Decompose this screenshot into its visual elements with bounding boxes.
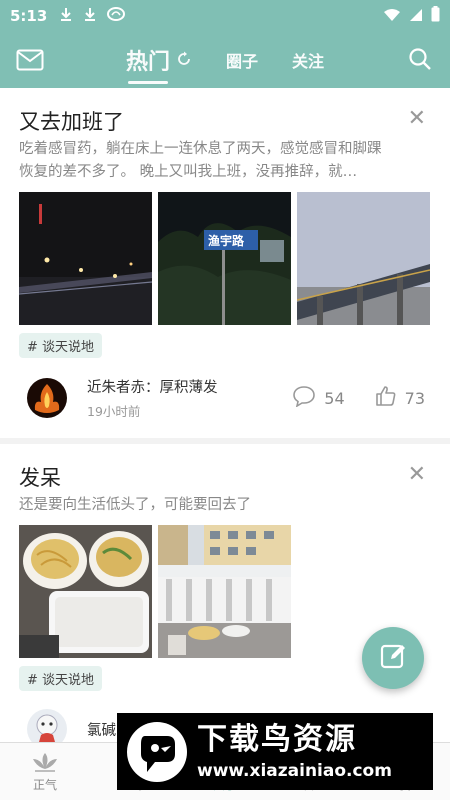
post-title: 又去加班了 <box>19 110 124 134</box>
download-icon <box>83 7 97 25</box>
mail-icon[interactable] <box>16 49 44 75</box>
avatar[interactable] <box>27 378 67 418</box>
post-image[interactable] <box>19 525 152 658</box>
topic-tag[interactable]: # 谈天说地 <box>19 333 103 358</box>
battery-icon <box>431 6 440 26</box>
refresh-icon <box>176 48 192 73</box>
watermark-url: www.xiazainiao.com <box>197 760 392 781</box>
top-tabs: 热门 圈子 关注 <box>0 32 450 88</box>
like-icon[interactable] <box>375 385 397 411</box>
nav-item-zhengqi[interactable]: 正气 <box>0 743 90 800</box>
bird-logo-icon <box>125 720 189 784</box>
post-title: 发呆 <box>19 466 61 490</box>
post-card[interactable]: 发呆 ✕ 还是要向生活低头了，可能要回去了 # 谈天说地 氯碱 <box>0 444 450 742</box>
post-images: 渔宇路 <box>19 192 431 325</box>
post-image[interactable] <box>158 525 291 658</box>
nav-label: 正气 <box>32 777 57 792</box>
watermark-title: 下载鸟资源 <box>197 721 357 757</box>
comment-icon[interactable] <box>292 385 316 411</box>
tab-circle[interactable]: 圈子 <box>226 48 258 72</box>
app-header: 热门 圈子 关注 <box>0 32 450 88</box>
post-image[interactable]: 渔宇路 <box>158 192 291 325</box>
author-name[interactable]: 近朱者赤：厚积薄发 <box>87 376 218 397</box>
lotus-icon <box>31 751 59 776</box>
post-image[interactable] <box>19 192 152 325</box>
close-icon[interactable]: ✕ <box>408 106 426 131</box>
author-name[interactable]: 氯碱 <box>87 719 116 740</box>
watermark-banner: 下载鸟资源 www.xiazainiao.com <box>117 713 433 790</box>
search-icon[interactable] <box>408 47 432 75</box>
close-icon[interactable]: ✕ <box>408 462 426 487</box>
topic-tag[interactable]: # 谈天说地 <box>19 666 103 691</box>
post-author-row: 近朱者赤：厚积薄发 19小时前 54 73 <box>19 376 431 420</box>
tab-label: 热门 <box>125 50 170 75</box>
compose-button[interactable] <box>362 627 424 689</box>
status-bar: 5:13 <box>0 0 450 32</box>
tab-hot[interactable]: 热门 <box>125 44 192 84</box>
post-image[interactable] <box>297 192 430 325</box>
post-time: 19小时前 <box>87 404 141 419</box>
comment-count: 54 <box>324 388 345 408</box>
wifi-icon <box>383 7 401 26</box>
post-card[interactable]: 又去加班了 ✕ 吃着感冒药，躺在床上一连休息了两天，感觉感冒和脚踝 恢复的差不多… <box>0 88 450 438</box>
edit-icon <box>379 642 407 674</box>
download-icon <box>59 7 73 25</box>
like-count: 73 <box>404 388 425 408</box>
street-sign-label: 渔宇路 <box>208 234 245 248</box>
avatar[interactable] <box>27 709 67 742</box>
post-body: 还是要向生活低头了，可能要回去了 <box>19 497 251 513</box>
tab-follow[interactable]: 关注 <box>292 48 324 72</box>
status-time: 5:13 <box>10 7 48 25</box>
post-body: 吃着感冒药，躺在床上一连休息了两天，感觉感冒和脚踝 恢复的差不多了。 晚上又叫我… <box>19 141 382 180</box>
post-stats: 54 73 <box>292 385 425 411</box>
app-notification-icon <box>107 7 126 25</box>
signal-icon <box>409 7 423 26</box>
